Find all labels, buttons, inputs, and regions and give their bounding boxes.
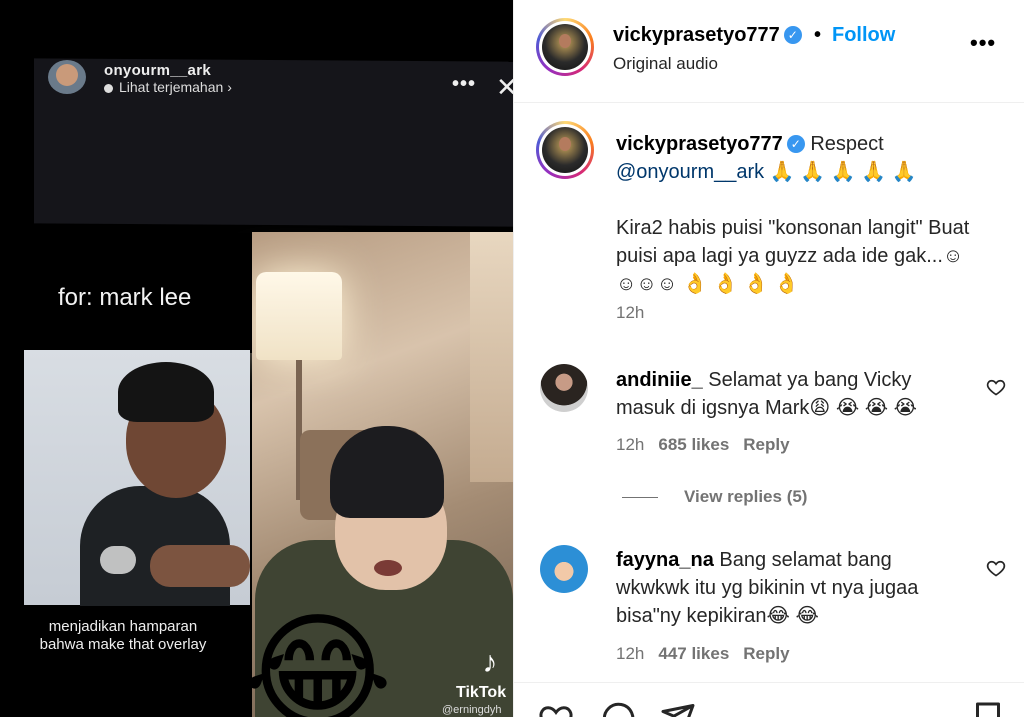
comment-emoji: 😩 😭 😭 😭 bbox=[809, 397, 918, 419]
commenter-username[interactable]: andiniie_ bbox=[616, 369, 703, 391]
video-frame: onyourm__ark Lihat terjemahan › ••• ✕ fo… bbox=[0, 0, 513, 717]
more-icon[interactable]: ••• bbox=[970, 30, 996, 56]
caption-mention-link[interactable]: @onyourm__ark bbox=[616, 161, 764, 183]
tiktok-label: TikTok bbox=[456, 684, 507, 701]
lamp-shade bbox=[256, 272, 342, 360]
caption-timestamp[interactable]: 12h bbox=[616, 303, 644, 323]
caption-line2-emoji: 👌 👌 👌 👌 bbox=[682, 273, 800, 295]
caption-line1-emoji: 🙏 🙏 🙏 🙏 🙏 bbox=[769, 161, 917, 183]
overlay-more-icon: ••• bbox=[452, 73, 477, 95]
overlay-username: onyourm__ark bbox=[104, 62, 211, 79]
comment-meta: 12h 685 likes Reply bbox=[616, 435, 804, 455]
verified-badge-icon: ✓ bbox=[786, 135, 805, 153]
reply-button[interactable]: Reply bbox=[743, 435, 789, 454]
chevron-right-icon: › bbox=[227, 79, 232, 95]
heart-icon[interactable] bbox=[986, 558, 1006, 578]
comment-timestamp[interactable]: 12h bbox=[616, 435, 644, 454]
header-separator: • bbox=[814, 24, 822, 46]
laughing-emoji: 😂 bbox=[243, 602, 393, 717]
reply-button[interactable]: Reply bbox=[743, 644, 789, 663]
inset-person-hair bbox=[118, 362, 214, 422]
translate-dot-icon bbox=[104, 83, 113, 93]
comment-meta: 12h 447 likes Reply bbox=[616, 644, 804, 664]
post-header: vickyprasetyo777 ✓ • Follow Original audi… bbox=[514, 0, 1024, 103]
caption-username[interactable]: vickyprasetyo777 bbox=[616, 133, 783, 155]
caption-text: vickyprasetyo777 ✓ Respect @onyourm__ark … bbox=[616, 130, 976, 298]
comment-text: fayyna_na Bang selamat bang wkwkwk itu y… bbox=[616, 546, 966, 630]
media-viewer[interactable]: onyourm__ark Lihat terjemahan › ••• ✕ fo… bbox=[0, 0, 513, 717]
post-detail-panel: vickyprasetyo777 ✓ • Follow Original audi… bbox=[513, 0, 1024, 717]
commenter-avatar[interactable] bbox=[540, 545, 588, 593]
tiktok-logo-icon: ♪ bbox=[482, 646, 498, 679]
comment-timestamp[interactable]: 12h bbox=[616, 644, 644, 663]
comment-text: andiniie_ Selamat ya bang Vicky masuk di… bbox=[616, 366, 966, 422]
share-icon[interactable] bbox=[660, 701, 696, 717]
verified-badge-icon: ✓ bbox=[783, 26, 802, 44]
inset-watermark-badge bbox=[100, 546, 136, 574]
commenter-username[interactable]: fayyna_na bbox=[616, 549, 714, 571]
action-bar bbox=[514, 682, 1024, 717]
caption-author-avatar[interactable] bbox=[536, 121, 594, 179]
curtain-window bbox=[470, 232, 513, 482]
overlay-close-icon: ✕ bbox=[496, 72, 513, 102]
follow-button[interactable]: Follow bbox=[832, 24, 895, 47]
comment-likes[interactable]: 685 likes bbox=[658, 435, 729, 454]
caption-line1: Respect bbox=[810, 133, 884, 155]
heart-icon[interactable] bbox=[986, 377, 1006, 397]
for-label: for: mark lee bbox=[58, 284, 192, 311]
bookmark-icon[interactable] bbox=[970, 701, 1006, 717]
audio-link[interactable]: Original audio bbox=[613, 54, 718, 74]
author-avatar[interactable] bbox=[536, 18, 594, 76]
commenter-avatar[interactable] bbox=[540, 364, 588, 412]
inset-person-arm bbox=[150, 545, 250, 587]
comment-likes[interactable]: 447 likes bbox=[658, 644, 729, 663]
overlay-translate-text: Lihat terjemahan bbox=[119, 79, 224, 95]
view-replies-button[interactable]: View replies (5) bbox=[684, 487, 807, 507]
author-username[interactable]: vickyprasetyo777 ✓ bbox=[613, 24, 802, 47]
person-mouth bbox=[374, 560, 402, 576]
like-heart-icon[interactable] bbox=[538, 701, 574, 717]
tiktok-watermark-user: @erningdyh bbox=[442, 704, 502, 716]
video-caption-text: menjadikan hamparan bahwa make that over… bbox=[39, 618, 207, 653]
comment-icon[interactable] bbox=[600, 701, 636, 717]
comment-emoji: 😂 😂 bbox=[766, 605, 819, 627]
view-replies-line bbox=[622, 497, 658, 498]
overlay-translate-link: Lihat terjemahan › bbox=[104, 79, 232, 95]
overlay-avatar bbox=[48, 60, 86, 94]
